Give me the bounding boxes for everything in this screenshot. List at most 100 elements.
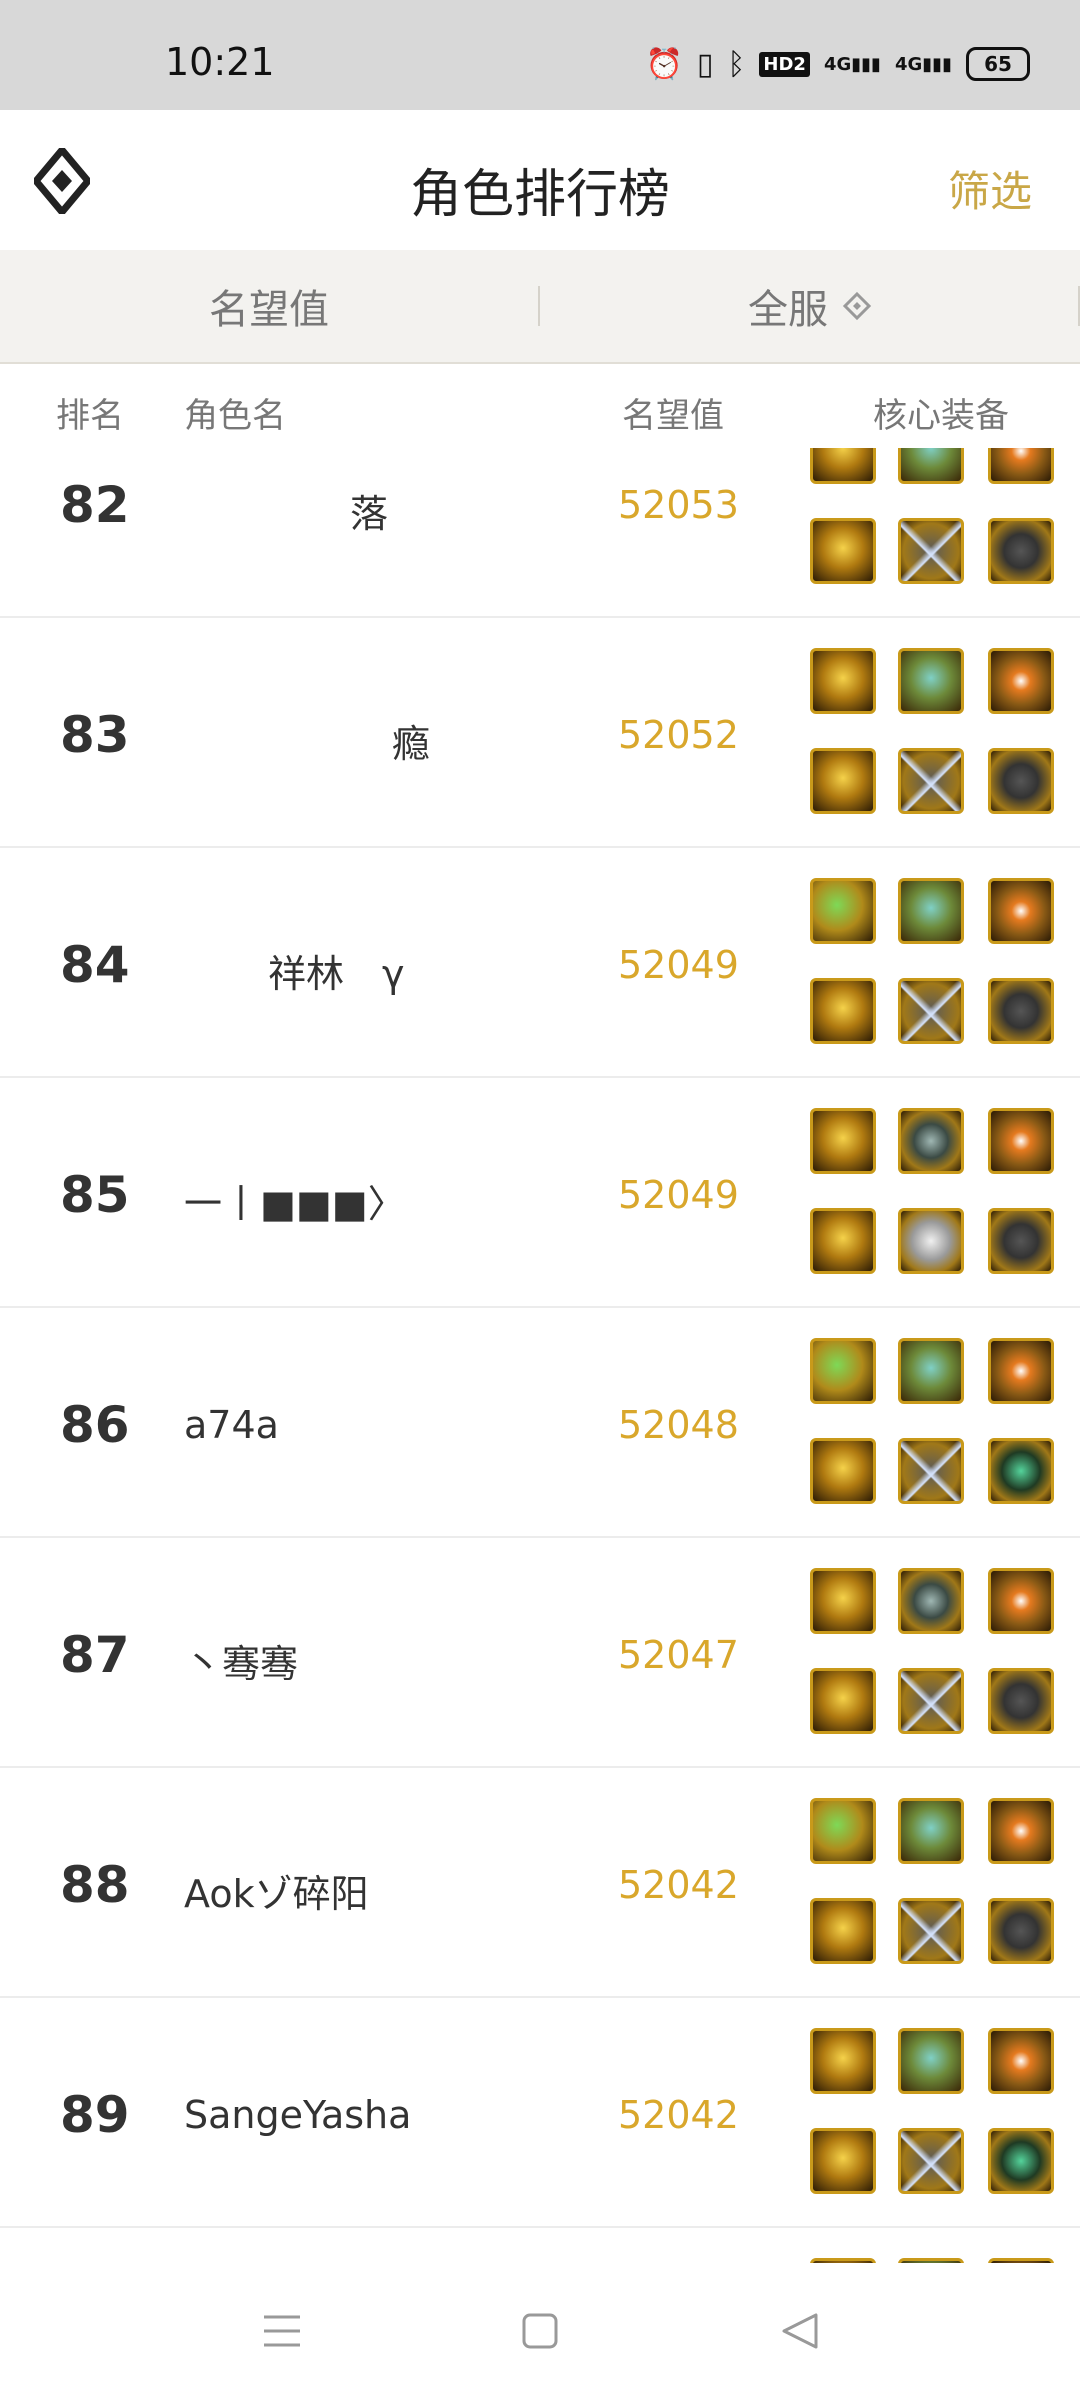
bracer-equipment-icon[interactable]	[810, 1668, 876, 1734]
ranking-row[interactable]	[0, 2228, 1080, 2263]
atom-equipment-icon[interactable]	[988, 878, 1054, 944]
row-rank: 84	[60, 936, 130, 994]
filter-button[interactable]: 筛选	[948, 158, 1032, 219]
status-time: 10:21	[165, 40, 275, 84]
row-name: SangeYasha	[184, 2093, 412, 2137]
chest-equipment-icon[interactable]	[898, 1438, 964, 1504]
chest-equipment-icon[interactable]	[898, 1898, 964, 1964]
armor-equipment-icon[interactable]	[988, 978, 1054, 1044]
bracer-equipment-icon[interactable]	[810, 1898, 876, 1964]
armor-equipment-icon[interactable]	[988, 1898, 1054, 1964]
equipment-grid	[810, 1568, 1060, 1738]
armor-equipment-icon[interactable]	[988, 1668, 1054, 1734]
row-reputation: 52042	[618, 1863, 739, 1907]
sort-reputation-tab[interactable]: 名望值	[0, 250, 538, 362]
home-nav-button[interactable]	[512, 2303, 568, 2359]
orb-equipment-icon[interactable]	[898, 2028, 964, 2094]
status-bar: 10:21 ⏰ ▯ ᛒ HD2 4G▮▮▮ 4G▮▮▮ 65	[0, 0, 1080, 110]
ranking-list[interactable]: 82 落 52053 83 瘾 52052 84 祥林 γ 52049 85 一…	[0, 448, 1080, 2263]
back-triangle-icon	[782, 2313, 818, 2349]
column-equipment: 核心装备	[873, 396, 1009, 436]
ranking-row[interactable]: 82 落 52053	[0, 448, 1080, 618]
column-rank: 排名	[56, 396, 124, 436]
row-reputation: 52047	[618, 1633, 739, 1677]
cloak-equipment-icon[interactable]	[988, 1438, 1054, 1504]
server-selector[interactable]: 全服	[540, 250, 1080, 362]
row-rank: 88	[60, 1856, 130, 1914]
row-rank: 85	[60, 1166, 130, 1224]
atom-equipment-icon[interactable]	[988, 1338, 1054, 1404]
home-square-icon	[522, 2313, 558, 2349]
armor-equipment-icon[interactable]	[988, 1208, 1054, 1274]
row-reputation: 52042	[618, 2093, 739, 2137]
orb-equipment-icon[interactable]	[898, 1798, 964, 1864]
equipment-grid	[810, 648, 1060, 818]
weapon-equipment-icon[interactable]	[810, 1568, 876, 1634]
atom-equipment-icon[interactable]	[988, 448, 1054, 484]
atom-equipment-icon[interactable]	[988, 1798, 1054, 1864]
bracer-equipment-icon[interactable]	[810, 1438, 876, 1504]
ranking-row[interactable]: 89 SangeYasha 52042	[0, 1998, 1080, 2228]
chest-equipment-icon[interactable]	[898, 978, 964, 1044]
atom-equipment-icon[interactable]	[988, 2028, 1054, 2094]
bracer-equipment-icon[interactable]	[810, 2128, 876, 2194]
ring-equipment-icon[interactable]	[898, 1108, 964, 1174]
equipment-grid	[810, 2028, 1060, 2198]
row-rank: 86	[60, 1396, 130, 1454]
bracer-equipment-icon[interactable]	[810, 748, 876, 814]
staff-equipment-icon[interactable]	[810, 1798, 876, 1864]
ranking-row[interactable]: 83 瘾 52052	[0, 618, 1080, 848]
bracer-equipment-icon[interactable]	[810, 518, 876, 584]
orb-equipment-icon[interactable]	[898, 1338, 964, 1404]
alarm-icon: ⏰	[645, 46, 683, 82]
column-headers: 排名 角色名 名望值 核心装备	[0, 364, 1080, 450]
row-name: a74a	[184, 1403, 279, 1447]
weapon-equipment-icon[interactable]	[810, 648, 876, 714]
atom-equipment-icon[interactable]	[988, 1568, 1054, 1634]
ranking-row[interactable]: 86 a74a 52048	[0, 1308, 1080, 1538]
claw-equipment-icon[interactable]	[810, 1208, 876, 1274]
orb-equipment-icon[interactable]	[898, 648, 964, 714]
battery-icon: 65	[966, 47, 1030, 81]
row-rank: 89	[60, 2086, 130, 2144]
ranking-row[interactable]: 88 Aokゾ碎阳 52042	[0, 1768, 1080, 1998]
chest-equipment-icon[interactable]	[898, 518, 964, 584]
vibrate-icon: ▯	[696, 46, 714, 82]
staff-equipment-icon[interactable]	[810, 878, 876, 944]
sort-bar: 名望值 全服	[0, 250, 1080, 364]
server-selector-label: 全服	[748, 287, 828, 333]
staff-equipment-icon[interactable]	[810, 1338, 876, 1404]
ranking-row[interactable]: 87 丶骞骞 52047	[0, 1538, 1080, 1768]
coat-equipment-icon[interactable]	[898, 1208, 964, 1274]
orb-equipment-icon[interactable]	[898, 448, 964, 484]
chest-equipment-icon[interactable]	[898, 748, 964, 814]
back-nav-button[interactable]	[772, 2303, 828, 2359]
menu-icon	[264, 2315, 300, 2347]
signal-icon-1: 4G▮▮▮	[823, 53, 881, 75]
cloak-equipment-icon[interactable]	[988, 2128, 1054, 2194]
atom-equipment-icon[interactable]	[988, 648, 1054, 714]
chest-equipment-icon[interactable]	[898, 1668, 964, 1734]
ranking-row[interactable]: 85 一丨■■■〉 52049	[0, 1078, 1080, 1308]
chest-equipment-icon[interactable]	[898, 2128, 964, 2194]
bluetooth-icon: ᛒ	[727, 46, 746, 82]
atom-equipment-icon[interactable]	[988, 1108, 1054, 1174]
row-name: 瘾	[392, 722, 431, 766]
ring-equipment-icon[interactable]	[898, 1568, 964, 1634]
app-header: 角色排行榜 筛选	[0, 110, 1080, 252]
column-reputation: 名望值	[622, 396, 724, 436]
weapon-equipment-icon[interactable]	[810, 448, 876, 484]
row-reputation: 52049	[618, 1173, 739, 1217]
row-reputation: 52053	[618, 483, 739, 527]
row-reputation: 52049	[618, 943, 739, 987]
bracer-equipment-icon[interactable]	[810, 978, 876, 1044]
equipment-grid	[810, 1108, 1060, 1278]
weapon-equipment-icon[interactable]	[810, 2028, 876, 2094]
ranking-row[interactable]: 84 祥林 γ 52049	[0, 848, 1080, 1078]
armor-equipment-icon[interactable]	[988, 748, 1054, 814]
weapon-equipment-icon[interactable]	[810, 1108, 876, 1174]
orb-equipment-icon[interactable]	[898, 878, 964, 944]
armor-equipment-icon[interactable]	[988, 518, 1054, 584]
row-rank: 82	[60, 476, 130, 534]
menu-nav-button[interactable]	[254, 2303, 310, 2359]
